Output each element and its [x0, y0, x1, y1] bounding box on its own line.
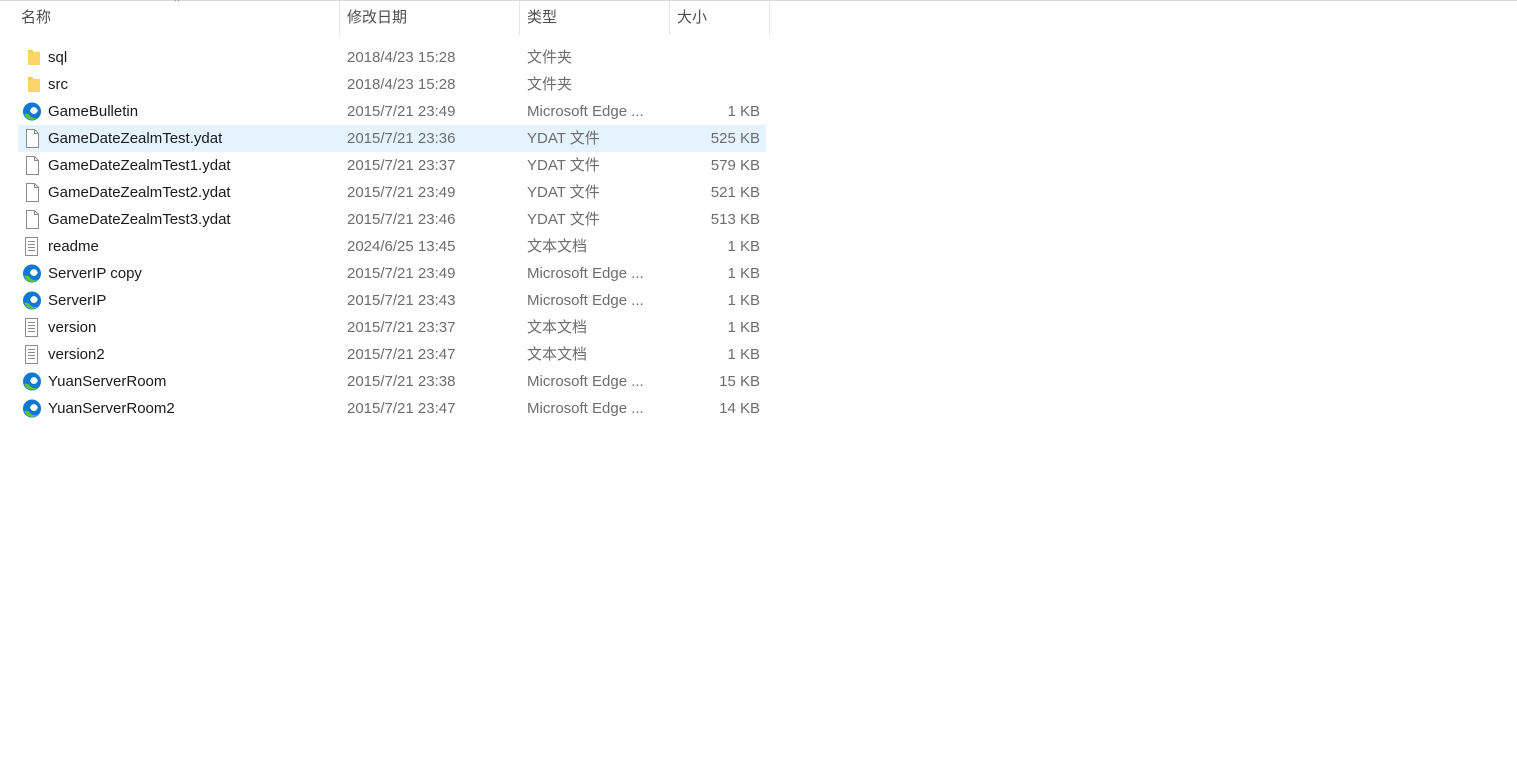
edge-icon [22, 372, 42, 391]
file-size: 579 KB [710, 157, 760, 174]
file-explorer-details-view: 名称 ^ 修改日期 类型 大小 sql 2018/4/23 15:28 文件夹 src… [0, 0, 1517, 770]
edge-icon [22, 399, 42, 418]
file-size: 1 KB [727, 103, 760, 120]
file-name: ServerIP [48, 292, 107, 309]
file-date-modified: 2015/7/21 23:46 [347, 211, 456, 228]
file-size: 15 KB [719, 373, 760, 390]
file-size: 1 KB [727, 319, 760, 336]
file-date-modified: 2015/7/21 23:43 [347, 292, 456, 309]
file-type: YDAT 文件 [527, 157, 600, 174]
file-row[interactable]: YuanServerRoom 2015/7/21 23:38 Microsoft E… [18, 368, 766, 395]
file-row[interactable]: version 2015/7/21 23:37 文本文档 1 KB [18, 314, 766, 341]
file-row[interactable]: ServerIP 2015/7/21 23:43 Microsoft Edge ..… [18, 287, 766, 314]
file-name: src [48, 76, 68, 93]
file-name: GameDateZealmTest3.ydat [48, 211, 231, 228]
file-date-modified: 2015/7/21 23:49 [347, 103, 456, 120]
column-header-date-label: 修改日期 [347, 9, 408, 26]
file-date-modified: 2015/7/21 23:47 [347, 400, 456, 417]
file-row[interactable]: GameBulletin 2015/7/21 23:49 Microsoft Edg… [18, 98, 766, 125]
column-header-type-label: 类型 [527, 9, 558, 26]
file-row[interactable]: GameDateZealmTest3.ydat 2015/7/21 23:46 YD… [18, 206, 766, 233]
file-name: version2 [48, 346, 105, 363]
file-name: sql [48, 49, 68, 66]
edge-icon [22, 291, 42, 310]
file-row[interactable]: YuanServerRoom2 2015/7/21 23:47 Microsoft … [18, 395, 766, 422]
file-size: 1 KB [727, 238, 760, 255]
file-date-modified: 2015/7/21 23:37 [347, 319, 456, 336]
file-row[interactable]: GameDateZealmTest2.ydat 2015/7/21 23:49 YD… [18, 179, 766, 206]
column-header-row: 名称 ^ 修改日期 类型 大小 [0, 0, 770, 35]
folder-icon [22, 48, 42, 67]
file-row[interactable]: GameDateZealmTest.ydat 2015/7/21 23:36 YDA… [18, 125, 766, 152]
file-type: Microsoft Edge ... [527, 265, 644, 282]
file-size: 1 KB [727, 346, 760, 363]
file-date-modified: 2018/4/23 15:28 [347, 49, 456, 66]
text-file-icon [22, 237, 42, 256]
file-size: 1 KB [727, 292, 760, 309]
file-date-modified: 2015/7/21 23:38 [347, 373, 456, 390]
edge-icon [22, 264, 42, 283]
file-type: YDAT 文件 [527, 130, 600, 147]
text-file-icon [22, 318, 42, 337]
file-type: 文件夹 [527, 49, 573, 66]
file-date-modified: 2018/4/23 15:28 [347, 76, 456, 93]
column-header-name-label: 名称 [21, 9, 52, 26]
file-size: 14 KB [719, 400, 760, 417]
file-name: GameDateZealmTest2.ydat [48, 184, 231, 201]
column-header-date-modified[interactable]: 修改日期 [340, 1, 520, 35]
file-row[interactable]: sql 2018/4/23 15:28 文件夹 [18, 44, 766, 71]
file-name: GameDateZealmTest1.ydat [48, 157, 231, 174]
file-row[interactable]: ServerIP copy 2015/7/21 23:49 Microsoft Ed… [18, 260, 766, 287]
file-date-modified: 2024/6/25 13:45 [347, 238, 456, 255]
file-row[interactable]: GameDateZealmTest1.ydat 2015/7/21 23:37 YD… [18, 152, 766, 179]
text-file-icon [22, 345, 42, 364]
file-size: 525 KB [710, 130, 760, 147]
file-icon [22, 129, 42, 148]
file-size: 1 KB [727, 265, 760, 282]
file-name: version [48, 319, 97, 336]
file-list: sql 2018/4/23 15:28 文件夹 src 2018/4/23 15:28 文… [18, 44, 766, 422]
file-type: Microsoft Edge ... [527, 373, 644, 390]
file-type: Microsoft Edge ... [527, 103, 644, 120]
file-date-modified: 2015/7/21 23:47 [347, 346, 456, 363]
file-row[interactable]: version2 2015/7/21 23:47 文本文档 1 KB [18, 341, 766, 368]
file-row[interactable]: src 2018/4/23 15:28 文件夹 [18, 71, 766, 98]
file-type: YDAT 文件 [527, 211, 600, 228]
file-size: 521 KB [710, 184, 760, 201]
file-date-modified: 2015/7/21 23:49 [347, 184, 456, 201]
file-name: GameBulletin [48, 103, 139, 120]
file-name: readme [48, 238, 99, 255]
file-date-modified: 2015/7/21 23:37 [347, 157, 456, 174]
sort-ascending-icon: ^ [174, 0, 180, 8]
file-type: Microsoft Edge ... [527, 292, 644, 309]
file-type: Microsoft Edge ... [527, 400, 644, 417]
file-type: YDAT 文件 [527, 184, 600, 201]
file-type: 文本文档 [527, 346, 588, 363]
file-row[interactable]: readme 2024/6/25 13:45 文本文档 1 KB [18, 233, 766, 260]
column-header-type[interactable]: 类型 [520, 1, 670, 35]
file-type: 文本文档 [527, 238, 588, 255]
column-header-size-label: 大小 [677, 9, 708, 26]
file-size: 513 KB [710, 211, 760, 228]
file-icon [22, 156, 42, 175]
file-type: 文本文档 [527, 319, 588, 336]
column-header-size[interactable]: 大小 [670, 1, 770, 35]
folder-icon [22, 75, 42, 94]
edge-icon [22, 102, 42, 121]
file-name: ServerIP copy [48, 265, 142, 282]
file-date-modified: 2015/7/21 23:36 [347, 130, 456, 147]
file-icon [22, 183, 42, 202]
file-icon [22, 210, 42, 229]
file-name: YuanServerRoom [48, 373, 167, 390]
file-date-modified: 2015/7/21 23:49 [347, 265, 456, 282]
file-name: YuanServerRoom2 [48, 400, 175, 417]
file-type: 文件夹 [527, 76, 573, 93]
file-name: GameDateZealmTest.ydat [48, 130, 223, 147]
